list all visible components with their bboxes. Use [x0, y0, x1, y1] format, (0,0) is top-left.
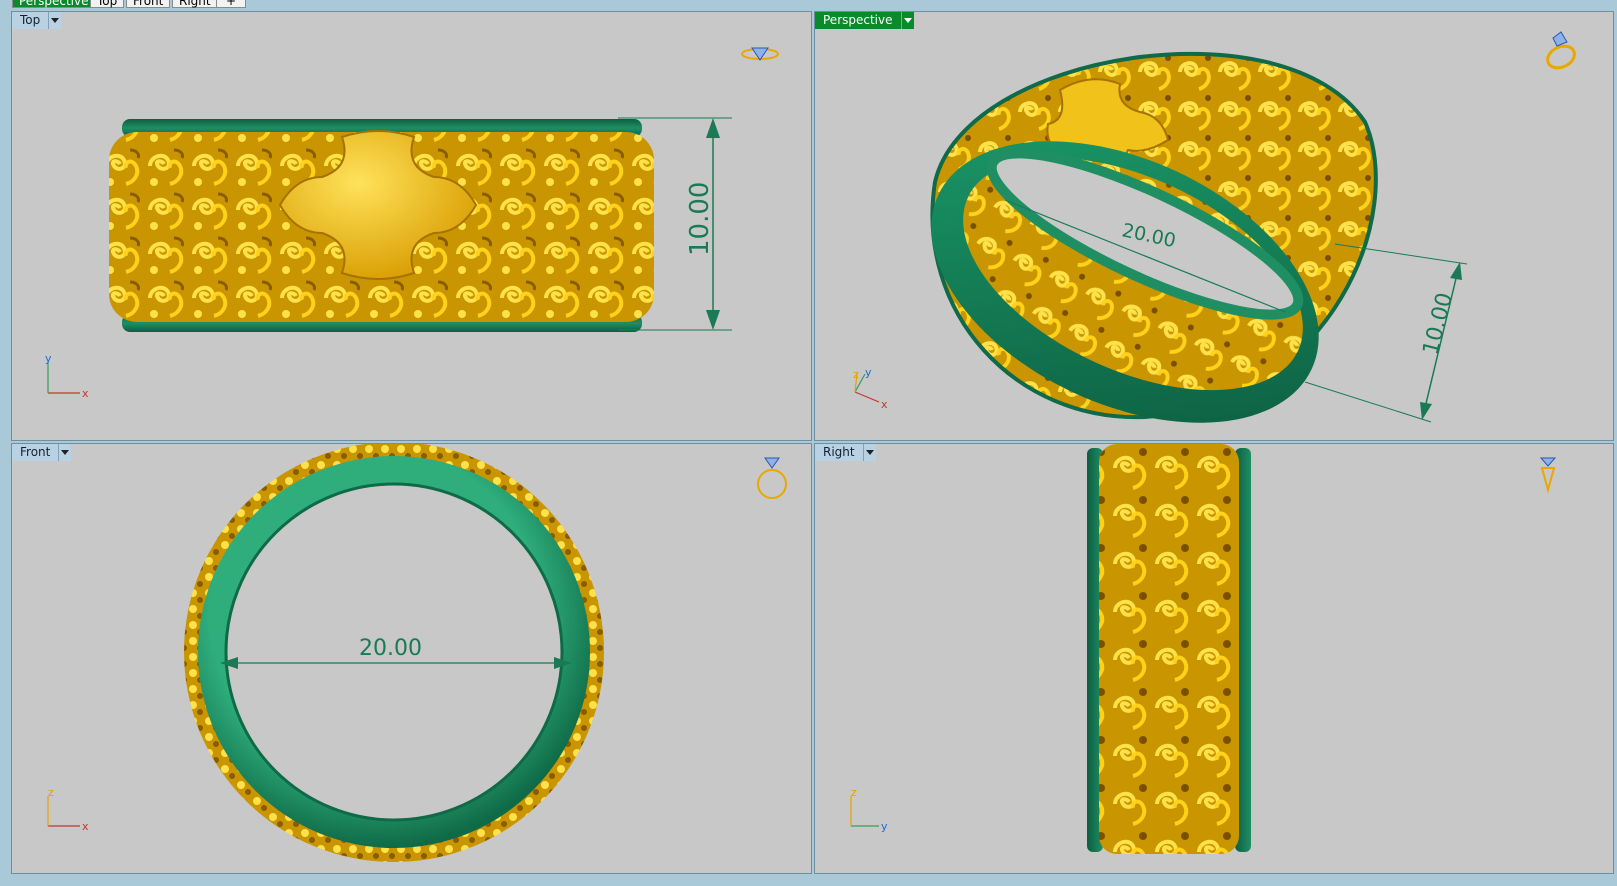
front-view-ring: 20.00 x z	[47, 444, 787, 862]
front-dimension-label: 20.00	[359, 636, 422, 661]
viewport-top[interactable]: Top 10.00 x y	[11, 11, 812, 441]
viewport-front[interactable]: Front 20.00 x z	[11, 443, 812, 874]
axis-indicator: x z	[47, 786, 89, 833]
width-extension-bottom	[1304, 381, 1432, 423]
right-view-ring: y z	[850, 444, 1557, 854]
viewport-right[interactable]: Right y z	[814, 443, 1614, 874]
top-dimension-label: 10.00	[685, 182, 715, 256]
status-strip	[0, 876, 1617, 886]
axis-x-label: x	[82, 820, 89, 833]
axis-z-label: z	[48, 786, 54, 799]
perspective-view-ring: 20.00 10.00 x y z	[853, 31, 1578, 423]
ring-top-view-icon[interactable]	[741, 47, 779, 61]
top-view-ring: 10.00 x y	[45, 47, 779, 400]
tab-top[interactable]: Top	[90, 0, 125, 8]
ring-side-view-icon[interactable]	[1539, 457, 1557, 494]
tab-perspective[interactable]: Perspective	[12, 0, 96, 8]
perspective-width-label: 10.00	[1419, 290, 1458, 357]
axis-z-label: z	[851, 786, 857, 799]
tab-right[interactable]: Right	[172, 0, 218, 8]
axis-y-label: y	[881, 820, 888, 833]
viewport-tab-strip: Perspective Top Front Right +	[0, 0, 1617, 10]
axis-y-label: y	[865, 366, 872, 379]
filigree-band	[1099, 444, 1239, 854]
axis-indicator: y z	[850, 786, 888, 833]
axis-x-label: x	[82, 387, 89, 400]
ring-front-view-icon[interactable]	[757, 457, 787, 499]
tab-front[interactable]: Front	[126, 0, 171, 8]
ring-perspective-view-icon[interactable]	[1544, 31, 1578, 72]
axis-indicator: x y	[45, 352, 89, 400]
new-tab-button[interactable]: +	[216, 0, 246, 8]
axis-indicator: x y z	[853, 366, 888, 411]
axis-y-label: y	[45, 352, 52, 365]
axis-x-label: x	[881, 398, 888, 411]
axis-z-label: z	[853, 368, 859, 381]
viewport-perspective[interactable]: Perspective 20.00 10.00 x y z	[814, 11, 1614, 441]
